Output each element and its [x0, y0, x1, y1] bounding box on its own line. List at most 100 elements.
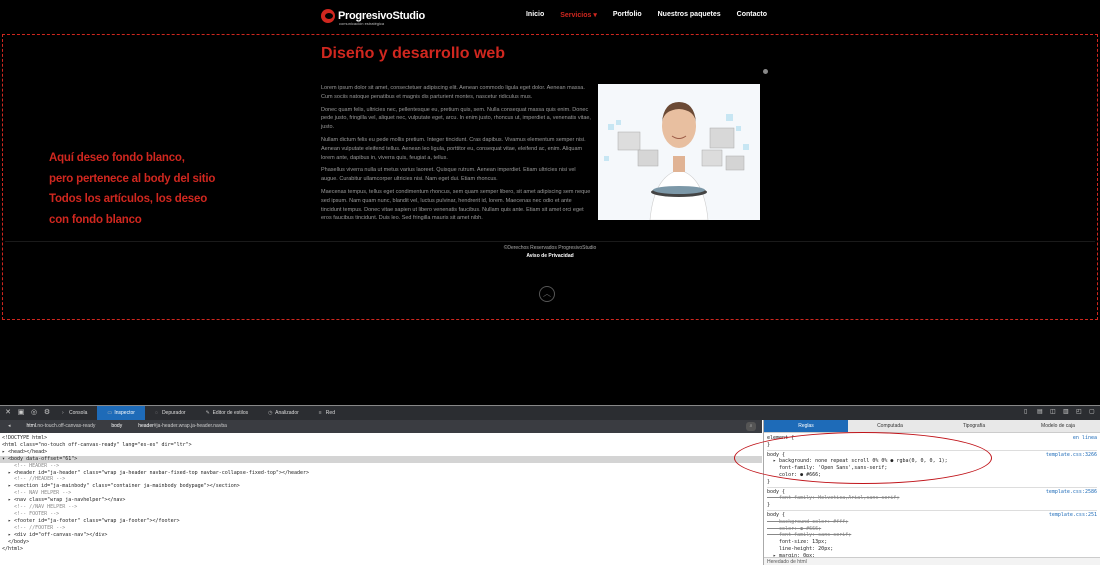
nav-servicios[interactable]: Servicios ▾ — [560, 11, 597, 19]
css-rule-line[interactable]: line-height: 20px; — [767, 546, 1097, 553]
tab-tipografia[interactable]: Tipografía — [932, 420, 1016, 432]
rules-tabs: Reglas Computada Tipografía Modelo de ca… — [764, 420, 1100, 433]
devtools-panel: ✕ ▣ ◎ ⚙ › Consola ▭ Inspector ◌ Depurador ✎… — [0, 405, 1100, 565]
responsive-icon[interactable]: ▯ — [1024, 408, 1031, 417]
close-devtools-icon[interactable]: ▢ — [1089, 408, 1096, 417]
devtools-right-icons: ▯ ▤ ◫ ▥ ◰ ▢ — [1024, 408, 1096, 417]
article-paragraph: Nullam dictum felis eu pede mollis preti… — [321, 136, 586, 161]
nav-nuestros-paquetes[interactable]: Nuestros paquetes — [658, 11, 721, 19]
dom-comment-line[interactable]: <!-- //HEADER --> — [0, 476, 762, 483]
annotation-line: Todos los artículos, los deseo — [49, 193, 208, 205]
logo-mark-icon — [321, 9, 335, 23]
css-rule-line[interactable]: body { template.css:2586 — [767, 489, 1097, 496]
css-rule-line[interactable]: background-color: #fff; — [767, 519, 1097, 526]
site-header: ProgresivoStudio comunicación estratégic… — [0, 0, 1100, 33]
annotation-line: Aquí deseo fondo blanco, — [49, 152, 185, 164]
css-rule-source-link[interactable]: template.css:251 — [1049, 512, 1097, 519]
tab-modelo-caja[interactable]: Modelo de caja — [1016, 420, 1100, 432]
privacy-link[interactable]: Aviso de Privacidad — [0, 253, 1100, 259]
inherited-status: Heredado de html — [764, 557, 1100, 565]
css-rule-text: } — [767, 478, 771, 485]
annotation-note: Aquí deseo fondo blanco, pero pertenece … — [49, 148, 215, 230]
network-icon: ≡ — [318, 410, 322, 416]
css-rule-text: font-family: sans-serif; — [767, 532, 852, 539]
tab-editor-estilos[interactable]: ✎ Editor de estilos — [196, 406, 259, 420]
dock-icon[interactable]: ▣ — [16, 408, 26, 418]
annotation-line: pero pertenece al body del sitio — [49, 172, 216, 185]
crumb-arrow-icon[interactable]: ◂ — [0, 420, 19, 433]
dom-node-line[interactable]: ▸ <section id="ja-mainbody" class="conta… — [0, 483, 762, 490]
console-icon: › — [62, 410, 64, 416]
tab-consola[interactable]: › Consola — [52, 406, 97, 420]
breadcrumb-html[interactable]: html.no-touch.off-canvas-ready — [19, 420, 104, 433]
tab-red[interactable]: ≡ Red — [309, 406, 345, 420]
gear-icon[interactable]: ⚙ — [42, 408, 52, 418]
dom-node-line[interactable]: ▸ <nav class="wrap ja-navhelper"></nav> — [0, 497, 762, 504]
css-rule-text: body { — [767, 488, 786, 495]
css-rule-line[interactable]: color: ● #666; — [767, 526, 1097, 533]
dom-comment-line[interactable]: <!-- FOOTER --> — [0, 511, 762, 518]
devtools-toolbar: ✕ ▣ ◎ ⚙ › Consola ▭ Inspector ◌ Depurador ✎… — [0, 406, 1100, 420]
debugger-icon: ◌ — [154, 410, 158, 416]
article-paragraph: Maecenas tempus, tellus eget condimentum… — [321, 188, 591, 222]
css-rule-source-link[interactable]: en línea — [1073, 435, 1097, 442]
screenshot-icon[interactable]: ◫ — [1050, 408, 1057, 417]
breadcrumb-header[interactable]: header#ja-header.wrap.ja-header.navba — [130, 420, 235, 433]
slider-dot[interactable] — [763, 69, 768, 74]
dom-node-line[interactable]: </html> — [0, 546, 762, 553]
close-icon[interactable]: ✕ — [3, 408, 13, 418]
dom-node-line-selected[interactable]: ▾ <body data-offset="61"> — [0, 455, 762, 463]
css-rule-text: line-height: 20px; — [767, 545, 834, 552]
highlight-ellipse — [734, 432, 992, 484]
tab-depurador[interactable]: ◌ Depurador — [145, 406, 196, 420]
rule-separator — [767, 486, 1097, 488]
css-rule-text: background-color: #fff; — [767, 518, 849, 525]
dom-comment-line[interactable]: <!-- //FOOTER --> — [0, 525, 762, 532]
css-rule-line[interactable]: font-family: sans-serif; — [767, 532, 1097, 539]
page-title: Diseño y desarrollo web — [321, 45, 506, 62]
tab-reglas[interactable]: Reglas — [764, 420, 848, 432]
nav-contacto[interactable]: Contacto — [737, 11, 767, 19]
dom-node-line[interactable]: <html class="no-touch off-canvas-ready" … — [0, 442, 762, 449]
scratchpad-icon[interactable]: ▤ — [1037, 408, 1044, 417]
css-rule-line[interactable]: font-family: Helvetica,Arial,sans-serif; — [767, 495, 1097, 502]
logo-text: ProgresivoStudio — [338, 9, 425, 22]
dom-node-line[interactable]: ▸ <div id="off-canvas-nav"></div> — [0, 532, 762, 539]
css-rule-text: font-size: 13px; — [767, 539, 828, 546]
css-rule-source-link[interactable]: template.css:2586 — [1046, 489, 1097, 496]
dom-node-line[interactable]: ▸ <header id="ja-header" class="wrap ja-… — [0, 470, 762, 477]
man-with-tablet-illustration — [598, 84, 760, 220]
undock-icon[interactable]: ◰ — [1076, 408, 1083, 417]
nav-inicio[interactable]: Inicio — [526, 11, 544, 19]
css-rule-text: color: ● #666; — [767, 525, 822, 532]
hero-image — [598, 84, 760, 220]
dom-comment-line[interactable]: <!-- //NAV HELPER --> — [0, 504, 762, 511]
footer-divider — [5, 241, 1095, 242]
tab-computada[interactable]: Computada — [848, 420, 932, 432]
back-to-top-button[interactable]: ︿ — [539, 286, 555, 302]
split-console-icon[interactable]: ▥ — [1063, 408, 1070, 417]
css-rule-line[interactable]: font-size: 13px; — [767, 539, 1097, 546]
dom-node-line[interactable]: <!DOCTYPE html> — [0, 435, 762, 442]
annotation-line: con fondo blanco — [49, 213, 142, 226]
tab-inspector[interactable]: ▭ Inspector — [97, 406, 145, 420]
css-rule-line[interactable]: body { template.css:251 — [767, 512, 1097, 519]
css-rule-text: body { — [767, 511, 786, 518]
dom-comment-line[interactable]: <!-- NAV HELPER --> — [0, 490, 762, 497]
article-body: Lorem ipsum dolor sit amet, consectetuer… — [321, 84, 593, 227]
markup-tree[interactable]: <!DOCTYPE html> <html class="no-touch of… — [0, 434, 762, 565]
pick-element-icon[interactable]: ◎ — [29, 408, 39, 418]
website-viewport: ProgresivoStudio comunicación estratégic… — [0, 0, 1100, 405]
site-logo[interactable]: ProgresivoStudio comunicación estratégic… — [321, 9, 425, 26]
breadcrumb-body[interactable]: body — [103, 420, 130, 433]
dom-node-line[interactable]: ▸ <head></head> — [0, 449, 762, 456]
dom-node-line[interactable]: ▸ <footer id="ja-footer" class="wrap ja-… — [0, 518, 762, 525]
search-icon[interactable]: ⌕ — [746, 422, 756, 431]
dom-comment-line[interactable]: <!-- HEADER --> — [0, 463, 762, 470]
dom-node-line[interactable]: </body> — [0, 539, 762, 546]
footer-copyright: ©Derechos Reservados ProgresivoStudio — [503, 245, 597, 251]
nav-portfolio[interactable]: Portfolio — [613, 11, 642, 19]
css-rule-line[interactable]: } — [767, 502, 1097, 509]
css-rule-source-link[interactable]: template.css:3266 — [1046, 452, 1097, 459]
tab-analizador[interactable]: ◷ Analizador — [258, 406, 309, 420]
